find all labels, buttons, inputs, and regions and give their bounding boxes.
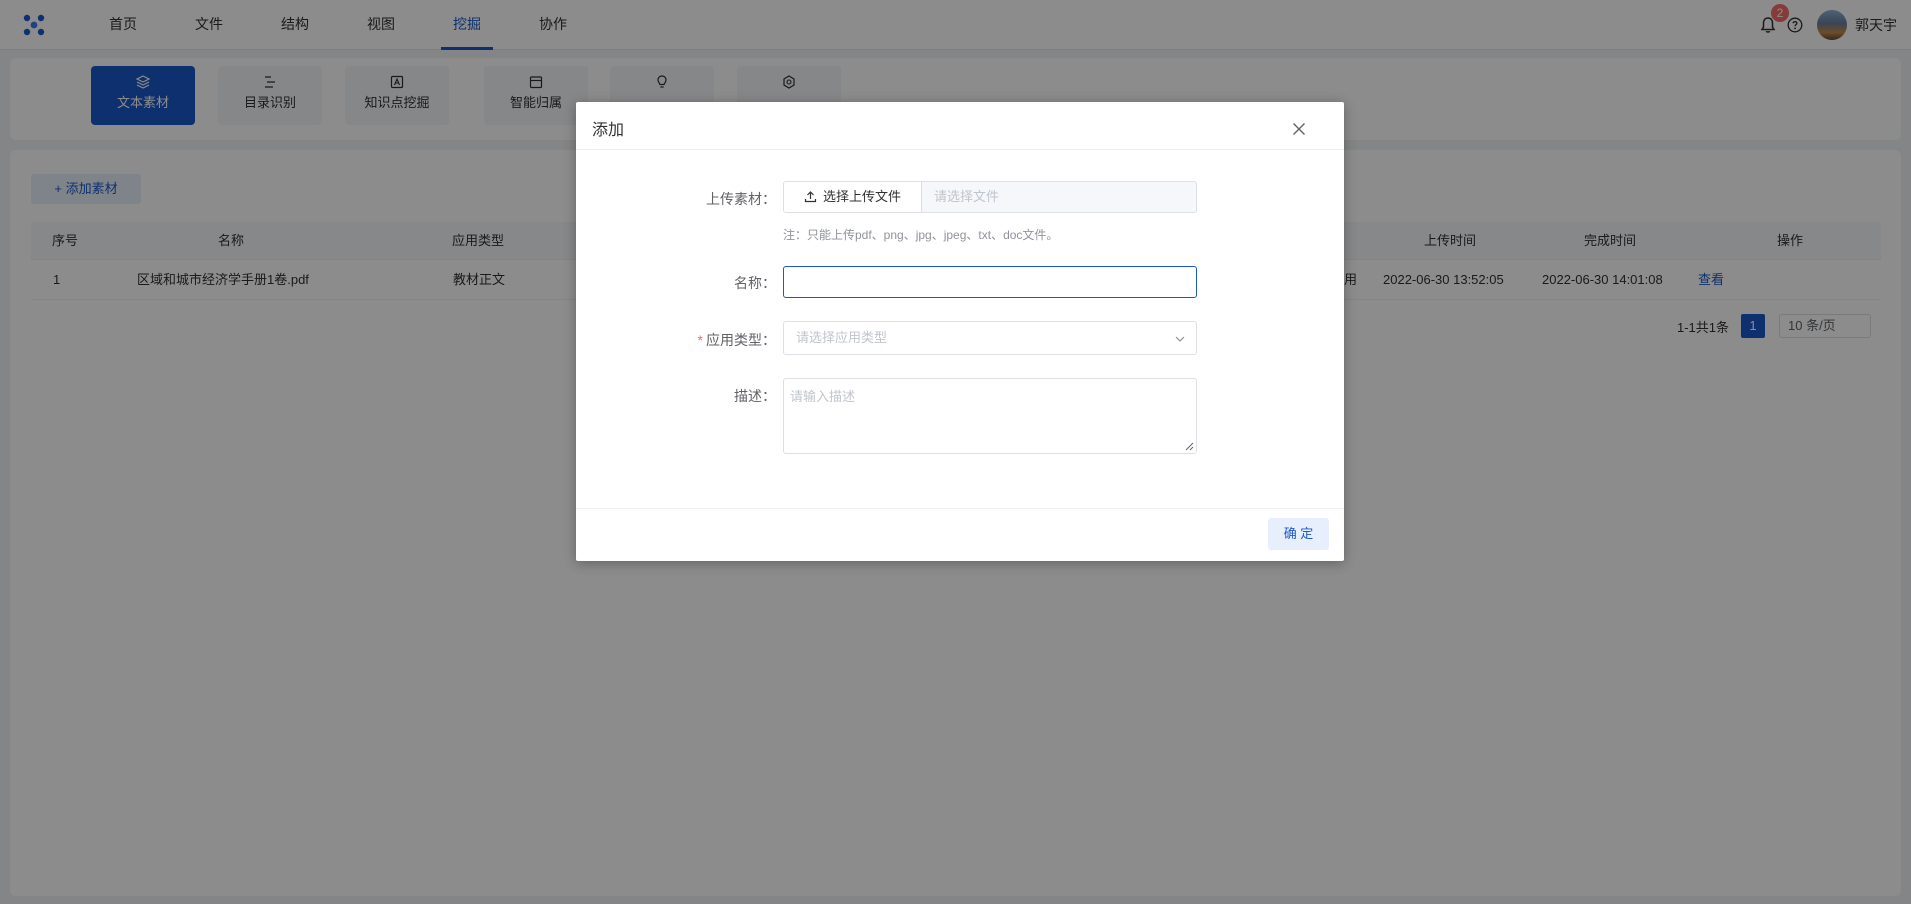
dialog-title: 添加 — [592, 122, 625, 139]
description-textarea[interactable]: 请输入描述 — [783, 378, 1197, 454]
required-mark: * — [697, 332, 703, 348]
upload-label: 上传素材： — [706, 191, 776, 207]
desc-label: 描述： — [734, 388, 776, 404]
name-input[interactable] — [783, 266, 1197, 298]
upload-icon — [804, 191, 817, 203]
upload-file-field[interactable]: 请选择文件 — [922, 181, 1197, 213]
app-type-label-wrap: * 应用类型： — [576, 330, 776, 350]
dialog-footer-divider — [576, 508, 1344, 509]
add-material-dialog: 添加 上传素材： 选择上传文件 请选择文件 注：只能上传pdf、png、jpg、… — [576, 102, 1344, 561]
upload-note: 注：只能上传pdf、png、jpg、jpeg、txt、doc文件。 — [783, 228, 1059, 242]
description-placeholder: 请输入描述 — [790, 389, 856, 404]
app-type-label: 应用类型： — [706, 332, 776, 348]
name-label: 名称： — [734, 275, 776, 291]
close-icon[interactable] — [1292, 122, 1306, 136]
confirm-button[interactable]: 确 定 — [1268, 518, 1329, 550]
app-type-placeholder: 请选择应用类型 — [796, 330, 888, 345]
chevron-down-icon — [1175, 336, 1185, 342]
upload-button-label: 选择上传文件 — [822, 189, 901, 204]
app-type-select[interactable]: 请选择应用类型 — [783, 321, 1197, 355]
select-upload-file-button[interactable]: 选择上传文件 — [783, 181, 922, 213]
dialog-header: 添加 — [576, 102, 1344, 150]
resize-grip-icon[interactable] — [1185, 442, 1194, 451]
